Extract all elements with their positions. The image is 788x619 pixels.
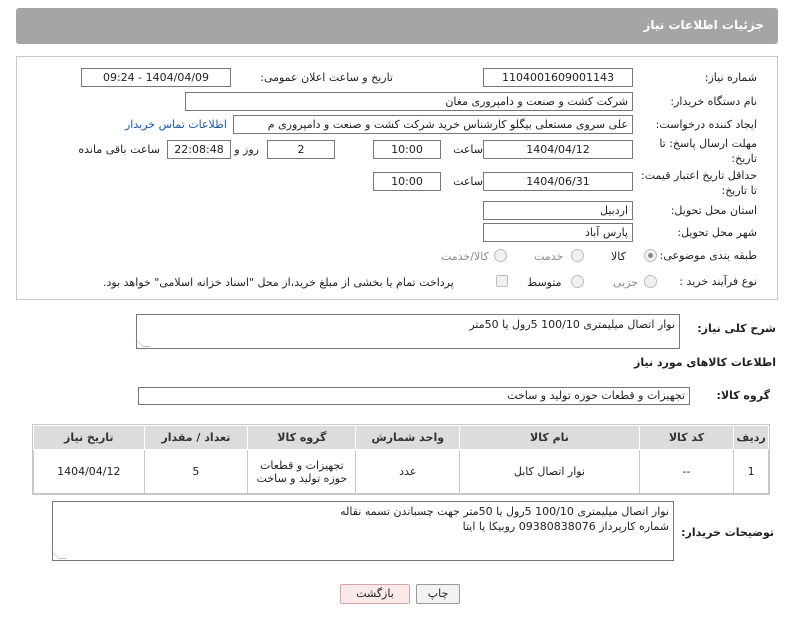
deadline-label-line2: تاریخ: bbox=[731, 152, 757, 165]
process-option-minor: جزیی bbox=[613, 276, 639, 289]
creator-label: ایجاد کننده درخواست: bbox=[655, 118, 757, 131]
buyer-notes-label: توضیحات خریدار: bbox=[681, 526, 774, 539]
goods-group-label: گروه کالا: bbox=[716, 389, 770, 402]
province-label: استان محل تحویل: bbox=[670, 204, 757, 217]
goods-table: ردیف کد کالا نام کالا واحد شمارش گروه کا… bbox=[32, 424, 770, 495]
goods-group-field[interactable]: تجهیزات و قطعات حوزه تولید و ساخت bbox=[138, 387, 690, 405]
cell-item-group: تجهیزات و قطعات حوزه تولید و ساخت bbox=[247, 449, 357, 494]
need-number-field[interactable]: 1104001609001143 bbox=[483, 68, 633, 87]
page-title: جزئیات اطلاعات نیاز bbox=[643, 18, 764, 32]
need-details-form: شماره نیاز: 1104001609001143 تاریخ و ساع… bbox=[16, 56, 778, 300]
col-item-code: کد کالا bbox=[638, 425, 735, 450]
category-radio-service[interactable] bbox=[571, 249, 584, 262]
category-option-service: خدمت bbox=[534, 250, 564, 263]
col-item-name: نام کالا bbox=[459, 425, 640, 450]
print-button[interactable]: چاپ bbox=[416, 584, 460, 604]
validity-label-line2: تا تاریخ: bbox=[721, 184, 757, 197]
treasury-payment-note: پرداخت تمام یا بخشی از مبلغ خرید،از محل … bbox=[103, 276, 454, 289]
treasury-payment-checkbox[interactable] bbox=[496, 275, 508, 287]
summary-text: نوار اتصال میلیمتری 100/10 5رول یا 50متر bbox=[469, 318, 675, 331]
category-option-goods-service: کالا/خدمت bbox=[441, 250, 489, 263]
goods-section-title: اطلاعات کالاهای مورد نیاز bbox=[634, 356, 776, 369]
validity-time-label: ساعت bbox=[453, 175, 483, 188]
resize-grip-icon[interactable] bbox=[135, 339, 151, 347]
category-radio-goods-service[interactable] bbox=[494, 249, 507, 262]
summary-textarea[interactable]: نوار اتصال میلیمتری 100/10 5رول یا 50متر bbox=[135, 314, 680, 349]
col-quantity: تعداد / مقدار bbox=[143, 425, 249, 450]
table-row[interactable]: 1 -- نوار اتصال کابل عدد تجهیزات و قطعات… bbox=[33, 449, 769, 494]
validity-time-field[interactable]: 10:00 bbox=[373, 172, 441, 191]
validity-date-field[interactable]: 1404/06/31 bbox=[483, 172, 633, 191]
creator-field[interactable]: علی سروی مستعلی بیگلو کارشناس خرید شرکت … bbox=[233, 115, 633, 134]
days-label: روز و bbox=[234, 143, 259, 156]
need-number-label: شماره نیاز: bbox=[704, 71, 757, 84]
buyer-notes-textarea[interactable]: نوار اتصال میلیمتری 100/10 5رول یا 50متر… bbox=[51, 501, 674, 561]
cell-quantity: 5 bbox=[143, 449, 249, 494]
cell-item-code: -- bbox=[638, 449, 735, 494]
cell-unit: عدد bbox=[355, 449, 461, 494]
col-item-group: گروه کالا bbox=[247, 425, 357, 450]
category-radio-goods[interactable] bbox=[644, 249, 657, 262]
buyer-notes-line2: شماره کارپرداز 09380838076 روبیکا یا ایت… bbox=[462, 520, 669, 533]
province-field[interactable]: اردبیل bbox=[483, 201, 633, 220]
process-option-medium: متوسط bbox=[527, 276, 562, 289]
announce-field[interactable]: 1404/04/09 - 09:24 bbox=[81, 68, 231, 87]
city-field[interactable]: پارس آباد bbox=[483, 223, 633, 242]
process-radio-minor[interactable] bbox=[644, 275, 657, 288]
col-unit: واحد شمارش bbox=[355, 425, 461, 450]
validity-label-line1: حداقل تاریخ اعتبار قیمت: bbox=[641, 169, 757, 182]
category-option-goods: کالا bbox=[611, 250, 626, 263]
cell-item-name: نوار اتصال کابل bbox=[459, 449, 640, 494]
table-header-row: ردیف کد کالا نام کالا واحد شمارش گروه کا… bbox=[33, 425, 769, 450]
cell-row-number: 1 bbox=[733, 449, 769, 494]
process-label: نوع فرآیند خرید : bbox=[679, 275, 757, 288]
contact-buyer-link[interactable]: اطلاعات تماس خریدار bbox=[125, 118, 227, 131]
col-need-date: تاریخ نیاز bbox=[33, 425, 145, 450]
summary-label: شرح کلی نیاز: bbox=[697, 322, 776, 335]
buyer-notes-line1: نوار اتصال میلیمتری 100/10 5رول یا 50متر… bbox=[340, 505, 669, 518]
cell-need-date: 1404/04/12 bbox=[33, 449, 145, 494]
category-label: طبقه بندی موضوعی: bbox=[659, 249, 757, 262]
col-row-number: ردیف bbox=[733, 425, 769, 450]
buyer-org-label: نام دستگاه خریدار: bbox=[670, 95, 757, 108]
buyer-org-field[interactable]: شرکت کشت و صنعت و دامپروری مغان bbox=[185, 92, 633, 111]
deadline-time-field[interactable]: 10:00 bbox=[373, 140, 441, 159]
resize-grip-icon[interactable] bbox=[51, 551, 67, 559]
back-button[interactable]: بازگشت bbox=[340, 584, 410, 604]
remaining-time-field: 22:08:48 bbox=[167, 140, 231, 159]
page-title-bar: جزئیات اطلاعات نیاز bbox=[16, 8, 778, 44]
process-radio-medium[interactable] bbox=[571, 275, 584, 288]
remaining-time-label: ساعت باقی مانده bbox=[78, 143, 160, 156]
deadline-date-field[interactable]: 1404/04/12 bbox=[483, 140, 633, 159]
days-remaining-field: 2 bbox=[267, 140, 335, 159]
deadline-time-label: ساعت bbox=[453, 143, 483, 156]
announce-label: تاریخ و ساعت اعلان عمومی: bbox=[260, 71, 393, 84]
city-label: شهر محل تحویل: bbox=[677, 226, 757, 239]
deadline-label-line1: مهلت ارسال پاسخ: تا bbox=[659, 137, 757, 150]
